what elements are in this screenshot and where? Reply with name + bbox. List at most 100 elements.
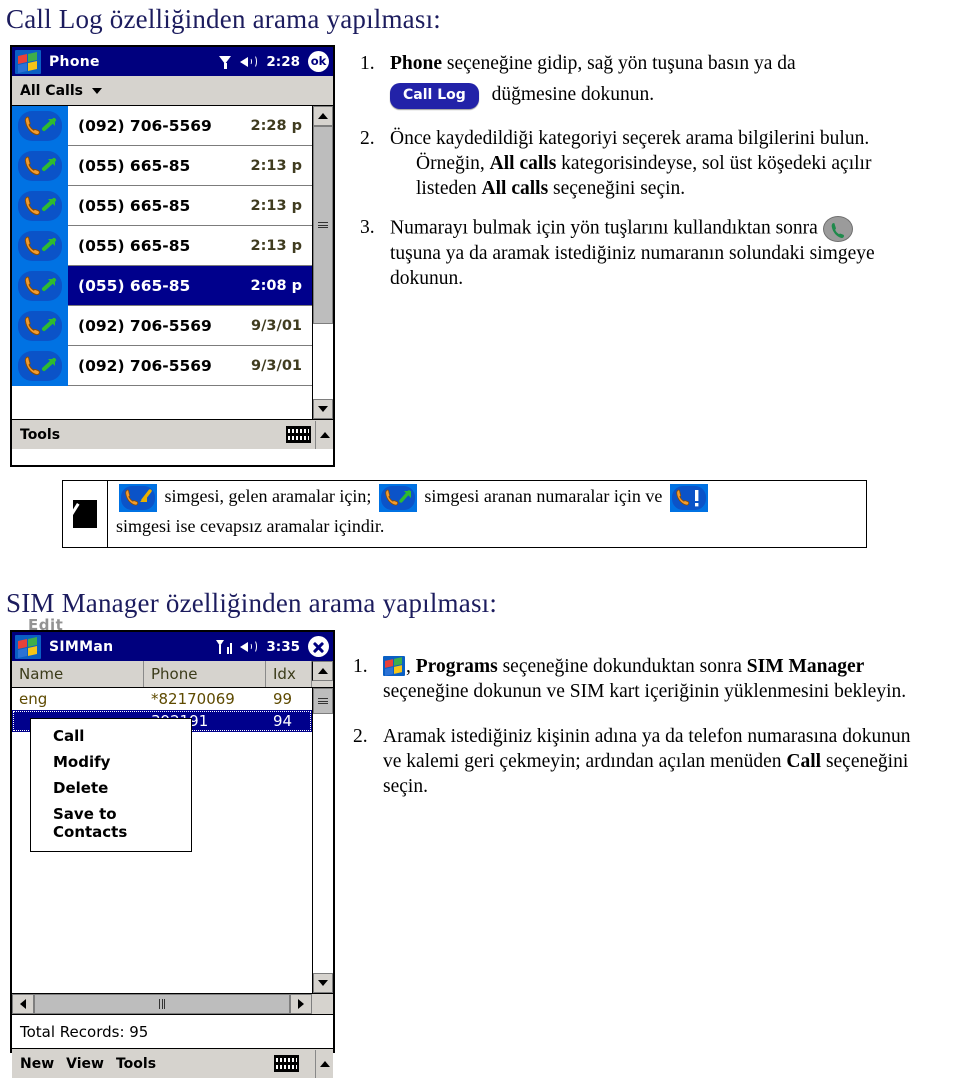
outgoing-call-glyph: [24, 115, 56, 135]
tools-menu-button[interactable]: Tools: [116, 1056, 156, 1072]
sim-step1-bold-simmanager: SIM Manager: [746, 656, 865, 677]
sim-step1-text: seçeneğine dokunduktan sonra: [502, 656, 742, 677]
triangle-up-icon: [318, 113, 328, 119]
call-log-toolbar: Tools: [12, 419, 333, 449]
call-log-status-icons: 2:28 ok: [219, 51, 329, 72]
signal-strength-icon[interactable]: [216, 640, 233, 654]
sim-step1-comma: ,: [406, 656, 411, 677]
status-bar: Total Records: 95: [12, 1014, 333, 1048]
sim-step2-line1: Aramak istediğiniz kişinin adına ya da t…: [383, 725, 911, 747]
call-time: 9/3/01: [251, 357, 302, 374]
scrollbar-track[interactable]: [313, 126, 333, 399]
call-filter-label: All Calls: [20, 82, 83, 99]
outgoing-call-icon[interactable]: [12, 305, 68, 346]
context-menu-item-delete[interactable]: Delete: [31, 775, 191, 801]
column-header-idx[interactable]: Idx: [266, 661, 312, 687]
horizontal-scrollbar[interactable]: [12, 993, 333, 1014]
step2-line2-bold: All calls: [489, 152, 557, 174]
table-row[interactable]: (055) 665-85 2:13 p: [12, 225, 312, 266]
incoming-call-icon: [119, 483, 157, 512]
list-item: 1. , Programs seçeneğine dokunduktan son…: [345, 655, 957, 705]
new-menu-button[interactable]: New: [20, 1056, 54, 1072]
column-header-name[interactable]: Name: [12, 661, 144, 687]
scrollbar-thumb[interactable]: [313, 126, 333, 324]
triangle-down-icon: [318, 980, 328, 986]
triangle-down-icon: [318, 406, 328, 412]
call-time: 2:28 p: [250, 117, 303, 134]
hscrollbar-thumb[interactable]: [34, 994, 290, 1014]
step1-text-b: düğmesine dokunun.: [491, 84, 655, 106]
grip-icon: [318, 222, 328, 228]
close-icon[interactable]: [308, 636, 329, 657]
table-row[interactable]: (092) 706-5569 9/3/01: [12, 345, 312, 386]
hscrollbar-track[interactable]: [34, 994, 290, 1014]
speaker-icon[interactable]: [240, 54, 258, 69]
legend-box: simgesi, gelen aramalar için; simgesi ar…: [62, 480, 867, 548]
scrollbar-track[interactable]: [313, 688, 333, 973]
outgoing-call-icon[interactable]: [12, 225, 68, 266]
table-row[interactable]: (092) 706-5569 2:28 p: [12, 105, 312, 146]
scroll-right-button[interactable]: [290, 994, 312, 1014]
context-menu-item-modify[interactable]: Modify: [31, 749, 191, 775]
step2-line2-a: Örneğin,: [416, 152, 485, 174]
table-row[interactable]: (055) 665-85 2:13 p: [12, 185, 312, 226]
scroll-up-button[interactable]: [312, 661, 333, 681]
cell-idx: 99: [273, 690, 293, 708]
call-log-device-screenshot: Phone 2:28 ok All Calls (092) 706-5569 2…: [10, 45, 335, 467]
outgoing-call-icon[interactable]: [12, 145, 68, 186]
call-number: (092) 706-5569: [78, 116, 212, 135]
clock-label: 3:35: [266, 638, 300, 655]
context-menu-item-call[interactable]: Call: [31, 723, 191, 749]
table-row[interactable]: (055) 665-85 2:13 p: [12, 145, 312, 186]
column-header-phone[interactable]: Phone: [144, 661, 266, 687]
legend-part-1: simgesi, gelen aramalar için;: [164, 486, 372, 506]
total-records-label: Total Records: 95: [20, 1022, 149, 1041]
table-row[interactable]: (092) 706-5569 9/3/01: [12, 305, 312, 346]
vertical-scrollbar[interactable]: [312, 688, 333, 993]
windows-start-icon[interactable]: [15, 634, 41, 659]
outgoing-call-icon[interactable]: [12, 105, 68, 146]
view-menu-button[interactable]: View: [66, 1056, 104, 1072]
context-menu[interactable]: Call Modify Delete Save to Contacts: [30, 718, 192, 852]
step3-line2: tuşuna ya da aramak istediğiniz numaranı…: [390, 242, 875, 264]
windows-start-icon[interactable]: [15, 49, 41, 74]
outgoing-call-icon[interactable]: [12, 185, 68, 226]
call-number: (055) 665-85: [78, 276, 191, 295]
scroll-up-button[interactable]: [313, 106, 333, 126]
step-number: 1.: [360, 53, 375, 74]
table-row[interactable]: eng *82170069 99: [12, 688, 312, 710]
vertical-scrollbar[interactable]: [312, 106, 333, 419]
speaker-icon[interactable]: [240, 639, 258, 654]
triangle-left-icon: [20, 999, 26, 1009]
list-item: 2. Önce kaydedildiği kategoriyi seçerek …: [352, 127, 952, 202]
context-menu-item-save-to-contacts[interactable]: Save to Contacts: [31, 801, 191, 845]
call-list[interactable]: (092) 706-5569 2:28 p (055) 665-85 2:13 …: [12, 105, 312, 419]
tools-menu-button[interactable]: Tools: [20, 427, 60, 443]
legend-part-3: simgesi ise cevapsız aramalar içindir.: [116, 515, 385, 536]
call-log-button[interactable]: Call Log: [390, 82, 479, 109]
ok-button[interactable]: ok: [308, 51, 329, 72]
antenna-icon[interactable]: [219, 55, 232, 69]
green-phone-icon[interactable]: [822, 215, 853, 242]
cell-phone: *82170069: [151, 690, 235, 708]
scroll-left-button[interactable]: [12, 994, 34, 1014]
sim-step1-bold-programs: Programs: [415, 656, 498, 677]
scrollbar-thumb[interactable]: [313, 688, 333, 714]
legend-note-cell: [63, 481, 108, 547]
keyboard-icon[interactable]: [286, 426, 311, 443]
sip-selector-button[interactable]: [315, 420, 333, 449]
scroll-down-button[interactable]: [313, 973, 333, 993]
call-filter-dropdown[interactable]: All Calls: [12, 76, 333, 106]
sim-grid-body[interactable]: eng *82170069 99 392191 94 Call Modify D…: [12, 688, 312, 993]
missed-call-icon: [669, 483, 708, 512]
keyboard-icon[interactable]: [274, 1055, 299, 1072]
outgoing-call-icon[interactable]: [12, 265, 68, 306]
triangle-up-icon: [317, 668, 328, 674]
scroll-down-button[interactable]: [313, 399, 333, 419]
step2-line2-b: kategorisindeyse, sol üst köşedeki açılı…: [561, 152, 872, 174]
windows-start-icon[interactable]: [383, 656, 405, 676]
sip-selector-button[interactable]: [315, 1049, 333, 1078]
outgoing-call-icon[interactable]: [12, 345, 68, 386]
call-time: 2:13 p: [250, 197, 303, 214]
table-row-selected[interactable]: (055) 665-85 2:08 p: [12, 265, 312, 306]
